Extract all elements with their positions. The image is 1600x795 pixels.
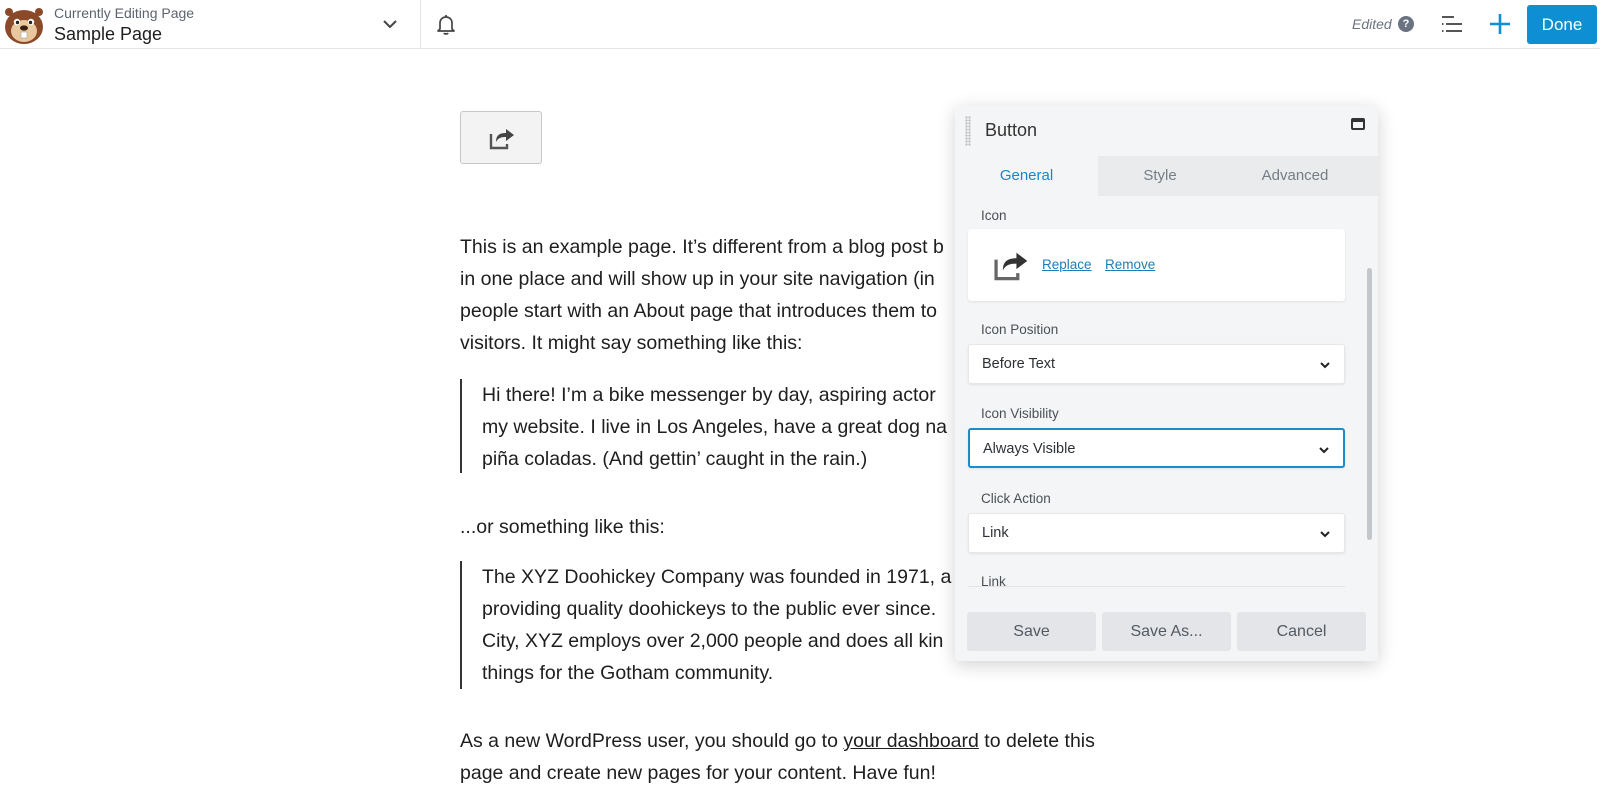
top-bar: Currently Editing Page Sample Page Edite… [0, 0, 1600, 49]
edited-status: Edited [1352, 16, 1392, 32]
plus-icon[interactable] [1487, 11, 1513, 37]
chevron-down-icon [1320, 531, 1330, 538]
icon-visibility-value: Always Visible [983, 441, 1076, 457]
panel-title: Button [985, 120, 1038, 140]
editing-label: Currently Editing Page [54, 5, 195, 21]
paragraph-dashboard: As a new WordPress user, you should go t… [460, 725, 1120, 789]
click-action-value: Link [982, 525, 1009, 541]
chevron-down-icon[interactable] [380, 14, 400, 34]
panel-scrollbar[interactable] [1367, 268, 1372, 540]
divider [420, 0, 421, 49]
share-icon [994, 252, 1028, 281]
text-line: As a new WordPress user, you should go t… [460, 725, 1120, 757]
icon-position-select[interactable]: Before Text [968, 344, 1345, 384]
outline-list-icon[interactable] [1440, 13, 1464, 35]
dashboard-link[interactable]: your dashboard [843, 730, 979, 752]
page-selector[interactable]: Currently Editing Page Sample Page [54, 4, 194, 45]
icon-field: Replace Remove [968, 229, 1345, 301]
text-span: to delete this [978, 730, 1095, 752]
text-line: City, XYZ employs over 2,000 people and … [482, 630, 944, 652]
drag-handle[interactable] [965, 116, 971, 146]
bell-icon[interactable] [434, 12, 458, 36]
icon-position-value: Before Text [982, 356, 1056, 372]
done-button[interactable]: Done [1527, 5, 1597, 44]
text-line: The XYZ Doohickey Company was founded in… [482, 566, 952, 588]
text-line: page and create new pages for your conte… [460, 762, 936, 784]
blockquote-company: The XYZ Doohickey Company was founded in… [460, 561, 951, 689]
text-line: my website. I live in Los Angeles, have … [482, 416, 948, 438]
blockquote-bike: Hi there! I’m a bike messenger by day, a… [460, 379, 947, 473]
tab-style[interactable]: Style [1098, 156, 1222, 196]
panel-tabs: General Style Advanced [955, 156, 1378, 196]
click-action-label: Click Action [981, 491, 1051, 506]
beaver-logo-icon[interactable] [2, 2, 46, 46]
maximize-icon[interactable] [1351, 118, 1365, 130]
icon-visibility-select[interactable]: Always Visible [968, 428, 1345, 468]
chevron-down-icon [1320, 362, 1330, 369]
help-icon[interactable]: ? [1398, 16, 1414, 32]
tab-advanced[interactable]: Advanced [1222, 156, 1368, 196]
text-span: As a new WordPress user, you should go t… [460, 730, 844, 752]
chevron-down-icon [1319, 447, 1329, 454]
text-line: providing quality doohickeys to the publ… [482, 598, 937, 620]
text-line: Hi there! I’m a bike messenger by day, a… [482, 384, 936, 406]
icon-visibility-label: Icon Visibility [981, 406, 1059, 421]
icon-label: Icon [981, 208, 1007, 223]
page-title: Sample Page [54, 24, 163, 44]
save-as-button[interactable]: Save As... [1102, 612, 1231, 651]
text-line: piña coladas. (And gettin’ caught in the… [482, 448, 868, 470]
share-icon-button[interactable] [460, 111, 542, 164]
save-button[interactable]: Save [967, 612, 1096, 651]
cancel-button[interactable]: Cancel [1237, 612, 1366, 651]
icon-position-label: Icon Position [981, 322, 1059, 337]
click-action-select[interactable]: Link [968, 513, 1345, 553]
button-settings-panel: Button General Style Advanced Icon Repla… [955, 106, 1378, 661]
replace-icon-link[interactable]: Replace [1042, 257, 1092, 272]
remove-icon-link[interactable]: Remove [1105, 257, 1155, 272]
text-line: things for the Gotham community. [482, 662, 774, 684]
share-icon [489, 129, 514, 150]
tab-general[interactable]: General [955, 156, 1098, 196]
